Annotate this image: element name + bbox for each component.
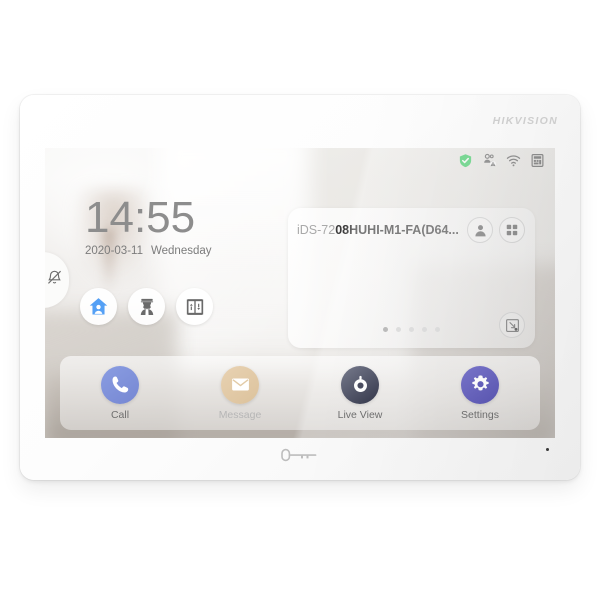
unlock-key-button[interactable] <box>280 448 320 462</box>
device-name-prefix: iDS-72 <box>297 223 336 237</box>
clock-date-row: 2020-03-11 Wednesday <box>85 245 212 257</box>
security-shield-icon <box>458 153 473 168</box>
person-icon <box>474 224 486 236</box>
key-icon <box>281 448 317 462</box>
bell-mute-icon <box>46 269 63 291</box>
card-pagination[interactable] <box>288 327 535 332</box>
clock-weekday: Wednesday <box>150 245 212 257</box>
security-guard-icon <box>140 298 153 315</box>
quick-action-elevator[interactable] <box>176 288 213 325</box>
dock-settings-label: Settings <box>461 408 499 421</box>
brand-logo: HIKVISION <box>492 115 558 127</box>
device-card[interactable]: iDS-7208HUHI-M1-FA(D64... <box>288 208 535 348</box>
dock-call-label: Call <box>110 408 130 421</box>
dock-live-view-label: Live View <box>337 408 383 421</box>
dock-bar: Call Message Live View Settings <box>60 356 540 430</box>
device-name: iDS-7208HUHI-M1-FA(D64... <box>297 223 461 237</box>
dock-call-icon-circle <box>101 365 139 404</box>
gear-icon <box>471 375 489 391</box>
dock-message-label: Message <box>218 408 262 421</box>
quick-action-arming[interactable] <box>80 288 117 325</box>
clock-widget: 14:55 2020-03-11 Wednesday <box>85 193 212 258</box>
do-not-disturb-contacts-icon <box>482 153 497 168</box>
indoor-station-device: HIKVISION 14:55 2020-03-11 Wednesday iDS… <box>20 95 580 480</box>
wifi-icon <box>506 153 521 168</box>
expand-screen-icon <box>505 318 519 332</box>
device-name-rest: 08HUHI-M1-FA(D64... <box>335 223 459 237</box>
status-bar <box>458 153 545 168</box>
grid-apps-icon <box>506 224 518 236</box>
dock-settings-icon-circle <box>461 365 499 404</box>
camera-eye-icon <box>353 375 367 393</box>
envelope-icon <box>231 378 249 391</box>
dock-live-view-icon-circle <box>341 365 379 404</box>
card-contact-button[interactable] <box>467 217 493 243</box>
pagination-dot[interactable] <box>409 327 414 332</box>
device-card-header: iDS-7208HUHI-M1-FA(D64... <box>288 208 535 252</box>
screenshot-root: HIKVISION 14:55 2020-03-11 Wednesday iDS… <box>0 0 600 600</box>
pagination-dot[interactable] <box>383 327 388 332</box>
pagination-dot[interactable] <box>435 327 440 332</box>
card-expand-button[interactable] <box>499 312 525 338</box>
microphone-hole <box>546 448 549 451</box>
dock-settings[interactable]: Settings <box>420 365 540 421</box>
phone-icon <box>112 376 128 393</box>
quick-actions <box>80 288 213 325</box>
home-person-icon <box>89 298 108 315</box>
card-grid-button[interactable] <box>499 217 525 243</box>
pagination-dot[interactable] <box>422 327 427 332</box>
touch-screen[interactable]: 14:55 2020-03-11 Wednesday iDS-7208HUHI-… <box>45 148 555 438</box>
dock-call[interactable]: Call <box>60 365 180 421</box>
clock-time: 14:55 <box>85 193 196 242</box>
clock-date: 2020-03-11 <box>85 245 143 257</box>
dock-live-view[interactable]: Live View <box>300 365 420 421</box>
dock-message-icon-circle <box>221 365 259 404</box>
elevator-icon <box>186 298 203 315</box>
quick-action-security-guard[interactable] <box>128 288 165 325</box>
pagination-dot[interactable] <box>396 327 401 332</box>
dock-message[interactable]: Message <box>180 365 300 421</box>
sd-storage-icon <box>530 153 545 168</box>
